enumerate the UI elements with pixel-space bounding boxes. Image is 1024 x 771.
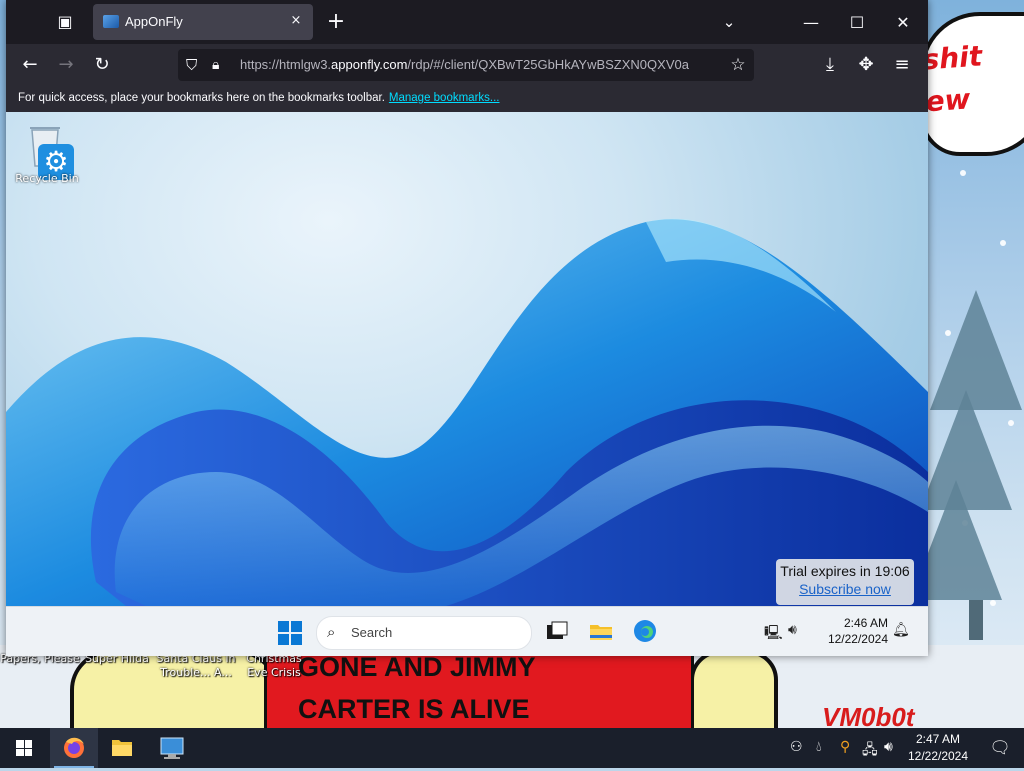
remote-search-box[interactable]: ⌕ Search	[316, 616, 532, 650]
lock-icon[interactable]: 🔒︎	[212, 55, 228, 75]
downloads-icon[interactable]: ⤓	[814, 51, 846, 79]
recycle-bin-label: Recycle Bin	[15, 172, 79, 185]
speech-line-1: shit	[921, 39, 984, 77]
desktop-icon-christmas-eve-crisis[interactable]: Christmas Eve Crisis	[236, 652, 312, 680]
file-explorer-icon[interactable]	[588, 618, 614, 644]
trial-notice: Trial expires in 19:06 Subscribe now	[776, 559, 914, 605]
snowflake	[960, 170, 966, 176]
host-time: 2:47 AM	[915, 732, 961, 746]
remote-desktop-viewport[interactable]: ⚙ Recycle Bin Trial expires in 19:06 Sub…	[6, 112, 928, 656]
host-taskbar: ⚇ 💧︎ ⚲ 🖧︎ 🔊︎ 2:47 AM 12/22/2024 🗨︎	[0, 728, 1024, 768]
speech-line-2: ew	[924, 82, 972, 119]
tab-apponfly[interactable]: AppOnFly ×	[93, 4, 313, 40]
forward-arrow-icon[interactable]: →	[50, 51, 82, 79]
host-clock[interactable]: 2:47 AM 12/22/2024	[906, 731, 970, 765]
volume-icon[interactable]: 🔊︎	[884, 739, 893, 755]
list-all-tabs-chevron-icon[interactable]: ⌄	[714, 8, 744, 36]
sign-text-line: GONE AND JIMMY	[298, 652, 536, 682]
remote-desktop-app-icon	[160, 737, 184, 759]
firefox-view-icon[interactable]: ▣	[50, 8, 80, 36]
tracking-protection-shield-icon[interactable]: ⛉	[186, 55, 204, 75]
url-host: apponfly.com	[331, 57, 408, 72]
trial-expires-text: Trial expires in 19:06	[780, 563, 910, 579]
snowflake	[1000, 240, 1006, 246]
navigation-toolbar: ← → ↻ ⛉ 🔒︎ https://htmlgw3.apponfly.com/…	[6, 44, 928, 86]
tab-title: AppOnFly	[125, 14, 183, 29]
sign-text-line: CARTER IS ALIVE	[298, 694, 530, 724]
manage-bookmarks-link[interactable]: Manage bookmarks...	[389, 92, 500, 104]
firefox-icon	[64, 737, 84, 758]
windows-start-icon[interactable]	[278, 621, 302, 645]
taskbar-file-explorer[interactable]	[98, 728, 146, 768]
remote-taskbar: ⌕ Search 🖳︎ 🔊︎ 2:46 AM 12/22/2024 🔔︎	[6, 606, 928, 656]
desktop-icon-santa-claus[interactable]: Santa Claus in Trouble... A...	[156, 652, 236, 680]
url-text[interactable]: https://htmlgw3.apponfly.com/rdp/#/clien…	[240, 57, 720, 72]
bookmark-star-icon[interactable]: ☆	[728, 54, 748, 76]
subscribe-now-link[interactable]: Subscribe now	[776, 581, 914, 597]
tab-bar: ▣ AppOnFly × + ⌄ — ☐ ✕	[6, 0, 928, 44]
apponfly-favicon-icon	[103, 15, 119, 28]
reload-icon[interactable]: ↻	[86, 51, 118, 79]
new-tab-button[interactable]: +	[322, 8, 350, 36]
tree-trunk	[969, 600, 983, 640]
url-prefix: https://htmlgw3.	[240, 57, 332, 72]
remote-time: 2:46 AM	[843, 616, 888, 630]
windows-logo-icon	[16, 740, 32, 756]
edge-browser-icon[interactable]	[632, 618, 658, 644]
bookmarks-toolbar: For quick access, place your bookmarks h…	[6, 86, 928, 112]
network-icon[interactable]: 🖧︎	[862, 739, 878, 763]
url-path: /rdp/#/client/QXBwT25GbHkAYwBSZXN0QXV0a	[407, 57, 689, 72]
notification-bell-icon[interactable]: 🔔︎	[892, 622, 910, 638]
hamburger-menu-icon[interactable]: ≡	[886, 51, 918, 79]
extensions-puzzle-icon[interactable]: ✥	[850, 51, 882, 79]
search-icon: ⌕	[327, 623, 336, 641]
remote-date: 12/22/2024	[827, 632, 888, 646]
tab-close-icon[interactable]: ×	[287, 12, 305, 30]
maximize-button[interactable]: ☐	[834, 0, 880, 44]
back-arrow-icon[interactable]: ←	[14, 51, 46, 79]
task-view-icon[interactable]	[544, 618, 570, 644]
minimize-button[interactable]: —	[788, 0, 834, 44]
search-tray-icon[interactable]: ⚲	[840, 739, 850, 755]
volume-icon[interactable]: 🔊︎	[788, 622, 797, 638]
windows11-bloom-wallpaper	[6, 218, 928, 606]
browser-window: ▣ AppOnFly × + ⌄ — ☐ ✕ ← → ↻ ⛉ 🔒︎ https:…	[6, 0, 928, 656]
remote-clock[interactable]: 2:46 AM 12/22/2024	[816, 615, 888, 647]
people-icon[interactable]: ⚇	[790, 739, 803, 755]
host-date: 12/22/2024	[907, 749, 969, 763]
taskbar-firefox[interactable]	[50, 728, 98, 768]
speech-bubble-text: shit ew	[921, 33, 1024, 124]
taskbar-remote-app[interactable]	[148, 728, 196, 768]
network-icon[interactable]: 🖳︎	[764, 622, 783, 646]
host-start-button[interactable]	[0, 728, 48, 768]
snowflake	[990, 600, 996, 606]
url-bar[interactable]: ⛉ 🔒︎ https://htmlgw3.apponfly.com/rdp/#/…	[178, 49, 754, 81]
action-center-icon[interactable]: 🗨︎	[980, 728, 1020, 768]
close-window-button[interactable]: ✕	[880, 0, 926, 44]
bookmarks-hint-text: For quick access, place your bookmarks h…	[18, 92, 385, 104]
search-placeholder: Search	[351, 625, 393, 640]
bookmarks-hint: For quick access, place your bookmarks h…	[18, 92, 500, 104]
folder-icon	[112, 740, 132, 756]
droplet-icon[interactable]: 💧︎	[816, 739, 822, 755]
